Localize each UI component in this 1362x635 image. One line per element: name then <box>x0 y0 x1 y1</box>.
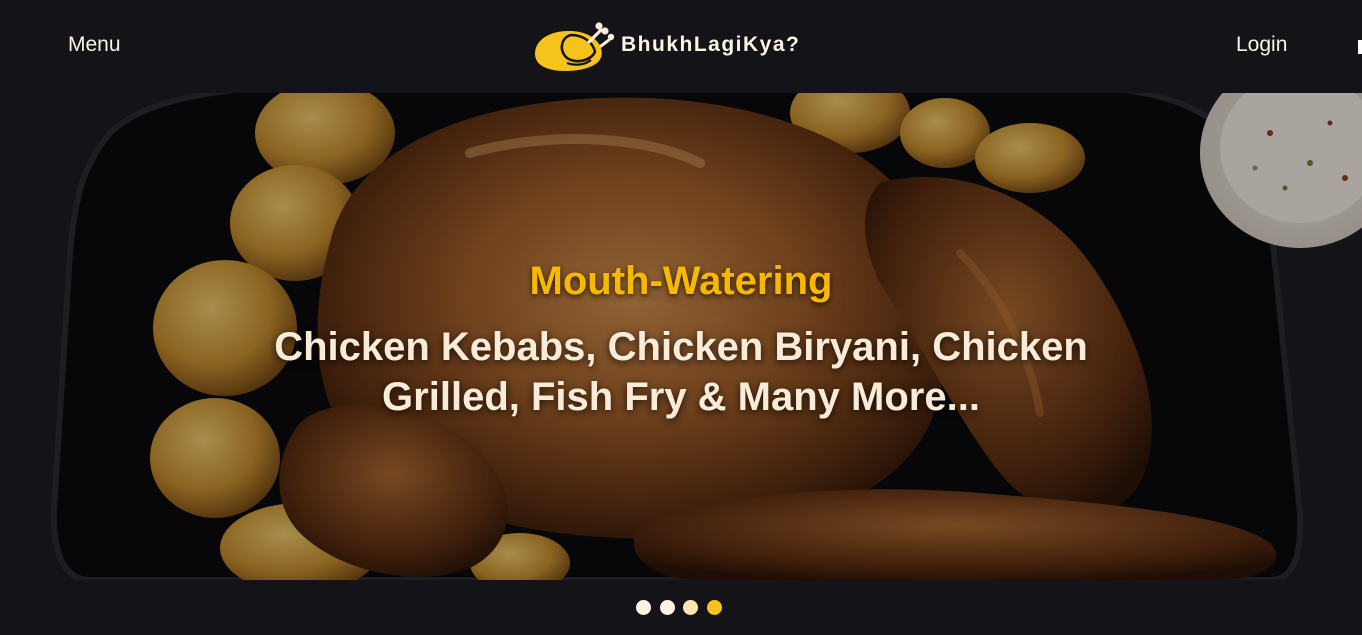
menu-button[interactable]: Menu <box>68 33 121 57</box>
carousel-dot-3[interactable] <box>683 600 698 615</box>
roast-chicken-icon <box>535 22 615 71</box>
brand-logo-link[interactable]: BhukhLagiKya? <box>531 18 800 72</box>
carousel-controls <box>0 580 1362 635</box>
hero-banner: Mouth-Watering Chicken Kebabs, Chicken B… <box>0 93 1362 580</box>
carousel-dots <box>636 600 730 615</box>
edge-sliver <box>1358 40 1362 54</box>
brand-name: BhukhLagiKya? <box>621 33 801 56</box>
navbar: Menu BhukhLagiKya? Login <box>0 0 1362 93</box>
carousel-dot-4[interactable] <box>706 600 722 615</box>
carousel-dot-1[interactable] <box>636 600 651 615</box>
hero-headline: Chicken Kebabs, Chicken Biryani, Chicken… <box>274 325 1088 419</box>
hero-tagline: Mouth-Watering <box>529 259 833 303</box>
carousel-dot-2[interactable] <box>659 600 675 615</box>
login-button[interactable]: Login <box>1236 33 1287 57</box>
